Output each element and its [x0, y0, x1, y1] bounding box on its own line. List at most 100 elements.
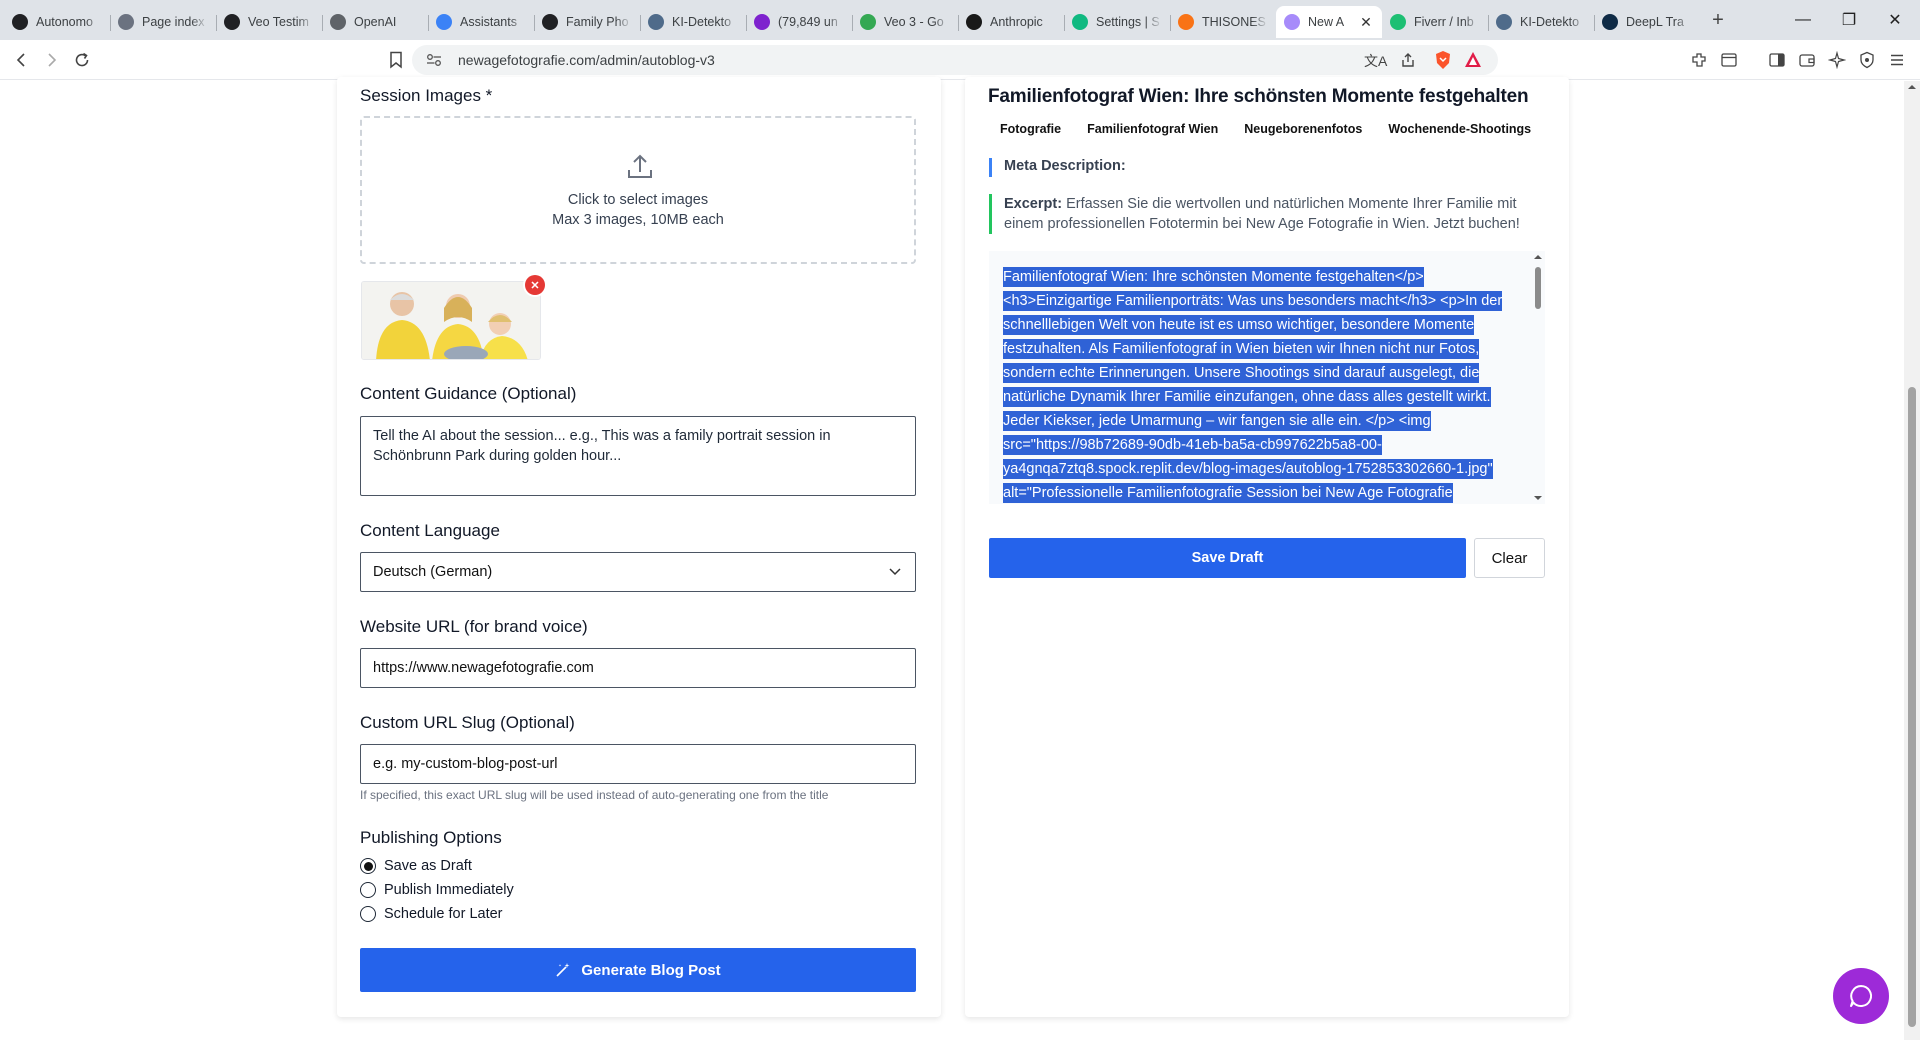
radio-label: Save as Draft: [384, 858, 472, 874]
extensions-icon[interactable]: [1688, 49, 1710, 71]
share-icon[interactable]: [1400, 52, 1416, 68]
radio-publish-immediately[interactable]: Publish Immediately: [360, 880, 514, 900]
mail-icon: [754, 14, 770, 30]
minimize-button[interactable]: —: [1780, 0, 1826, 40]
settings-chart-icon: [1072, 14, 1088, 30]
browser-tab[interactable]: Anthropic: [958, 6, 1064, 38]
browser-tab[interactable]: Fiverr / Inb: [1382, 6, 1488, 38]
excerpt: Excerpt: Erfassen Sie die wertvollen und…: [989, 194, 1549, 234]
browser-tab[interactable]: (79,849 un: [746, 6, 852, 38]
page-content: Session Images * Click to select images …: [0, 77, 1920, 1040]
remove-image-button[interactable]: ✕: [525, 275, 545, 295]
google-drive-icon: [860, 14, 876, 30]
brave-shield-icon[interactable]: [1434, 50, 1452, 70]
new-tab-button[interactable]: +: [1700, 4, 1736, 36]
wallet-icon[interactable]: [1796, 49, 1818, 71]
bookmark-button[interactable]: [384, 48, 408, 72]
browser-tab[interactable]: THISONES: [1170, 6, 1276, 38]
browser-tab[interactable]: KI-Detekto: [640, 6, 746, 38]
content-preview-text[interactable]: Familienfotograf Wien: Ihre schönsten Mo…: [1003, 265, 1513, 504]
browser-tab[interactable]: Autonomo: [4, 6, 110, 38]
custom-slug-label: Custom URL Slug (Optional): [360, 713, 575, 732]
page-scrollbar[interactable]: [1904, 81, 1920, 1040]
site-settings-icon[interactable]: [426, 53, 442, 67]
vpn-shield-icon[interactable]: [1856, 49, 1878, 71]
custom-slug-input[interactable]: e.g. my-custom-blog-post-url: [360, 744, 916, 784]
brave-rewards-icon[interactable]: [1464, 51, 1482, 68]
reload-icon: [75, 52, 89, 67]
radio-button[interactable]: [360, 906, 376, 922]
reload-button[interactable]: [70, 48, 94, 72]
browser-tab[interactable]: Assistants: [428, 6, 534, 38]
menu-icon[interactable]: [1886, 49, 1908, 71]
tab-search-icon[interactable]: [1718, 49, 1740, 71]
session-images-label: Session Images *: [360, 86, 493, 105]
back-button[interactable]: [10, 48, 34, 72]
tag: Wochenende-Shootings: [1388, 122, 1532, 136]
openai-icon: [12, 14, 28, 30]
chevron-down-icon: [889, 568, 901, 576]
browser-tab[interactable]: Veo Testim: [216, 6, 322, 38]
openai-icon: [542, 14, 558, 30]
radio-save-as-draft[interactable]: Save as Draft: [360, 856, 472, 876]
close-window-button[interactable]: ✕: [1872, 0, 1918, 40]
sidebar-icon[interactable]: [1766, 49, 1788, 71]
dropzone-limits: Max 3 images, 10MB each: [552, 212, 724, 228]
fiverr-icon: [1390, 14, 1406, 30]
restore-button[interactable]: ❐: [1826, 0, 1872, 40]
generate-blog-post-button[interactable]: Generate Blog Post: [360, 948, 916, 992]
anthropic-icon: [966, 14, 982, 30]
website-url-input[interactable]: https://www.newagefotografie.com: [360, 648, 916, 688]
browser-tab[interactable]: KI-Detekto: [1488, 6, 1594, 38]
url-text: newagefotografie.com/admin/autoblog-v3: [458, 52, 715, 68]
content-guidance-textarea[interactable]: Tell the AI about the session... e.g., T…: [360, 416, 916, 496]
radio-button-selected[interactable]: [360, 858, 376, 874]
browser-tab-label: DeepL Tra: [1626, 15, 1684, 29]
publishing-options-label: Publishing Options: [360, 828, 502, 847]
radio-schedule-for-later[interactable]: Schedule for Later: [360, 904, 503, 924]
content-language-value: Deutsch (German): [373, 564, 493, 580]
content-language-select[interactable]: Deutsch (German): [360, 552, 916, 592]
address-bar[interactable]: newagefotografie.com/admin/autoblog-v3 文…: [412, 45, 1498, 75]
browser-tab-label: KI-Detekto: [1520, 15, 1580, 29]
custom-slug-placeholder: e.g. my-custom-blog-post-url: [373, 756, 558, 772]
back-arrow-icon: [16, 53, 25, 67]
chat-button[interactable]: [1833, 968, 1889, 1024]
radio-button[interactable]: [360, 882, 376, 898]
browser-tab[interactable]: New A ✕: [1276, 6, 1382, 38]
chat-bubble-icon: [1850, 985, 1872, 1007]
browser-tab[interactable]: OpenAI: [322, 6, 428, 38]
clear-button[interactable]: Clear: [1474, 538, 1545, 578]
tag-list: Fotografie Familienfotograf Wien Neugebo…: [988, 122, 1557, 136]
browser-tab-label: Fiverr / Inb: [1414, 15, 1474, 29]
translate-icon[interactable]: 文A: [1364, 51, 1387, 71]
image-dropzone[interactable]: Click to select images Max 3 images, 10M…: [360, 116, 916, 264]
clear-label: Clear: [1491, 549, 1528, 567]
bookmark-icon: [390, 51, 402, 69]
browser-tab-label: Family Pho: [566, 15, 629, 29]
leo-ai-icon[interactable]: [1826, 49, 1848, 71]
custom-slug-hint: If specified, this exact URL slug will b…: [360, 788, 829, 802]
browser-tab[interactable]: Veo 3 - Go: [852, 6, 958, 38]
tab-strip: Autonomo Page index Veo Testim OpenAI Assist…: [4, 2, 1700, 38]
content-scrollbar[interactable]: [1531, 251, 1545, 504]
close-tab-icon[interactable]: ✕: [1358, 14, 1374, 31]
browser-tab[interactable]: Settings | S: [1064, 6, 1170, 38]
browser-tab[interactable]: Family Pho: [534, 6, 640, 38]
browser-tab-bar: Autonomo Page index Veo Testim OpenAI Assist…: [0, 0, 1920, 40]
content-language-label: Content Language: [360, 521, 500, 540]
uploaded-image-thumbnail: [361, 281, 541, 360]
save-draft-button[interactable]: Save Draft: [989, 538, 1466, 578]
browser-tab[interactable]: DeepL Tra: [1594, 6, 1700, 38]
excerpt-label: Excerpt:: [1004, 196, 1063, 212]
browser-tab-label: Assistants: [460, 15, 517, 29]
forward-button[interactable]: [39, 48, 63, 72]
dropzone-instruction: Click to select images: [567, 192, 709, 208]
browser-tab[interactable]: Page index: [110, 6, 216, 38]
forward-arrow-icon: [48, 53, 57, 67]
radio-label: Schedule for Later: [384, 906, 503, 922]
browser-tab-label: Anthropic: [990, 15, 1043, 29]
excerpt-text: Erfassen Sie die wertvollen und natürlic…: [1004, 196, 1520, 232]
content-preview-box[interactable]: Familienfotograf Wien: Ihre schönsten Mo…: [989, 251, 1545, 504]
website-url-value: https://www.newagefotografie.com: [373, 660, 594, 676]
